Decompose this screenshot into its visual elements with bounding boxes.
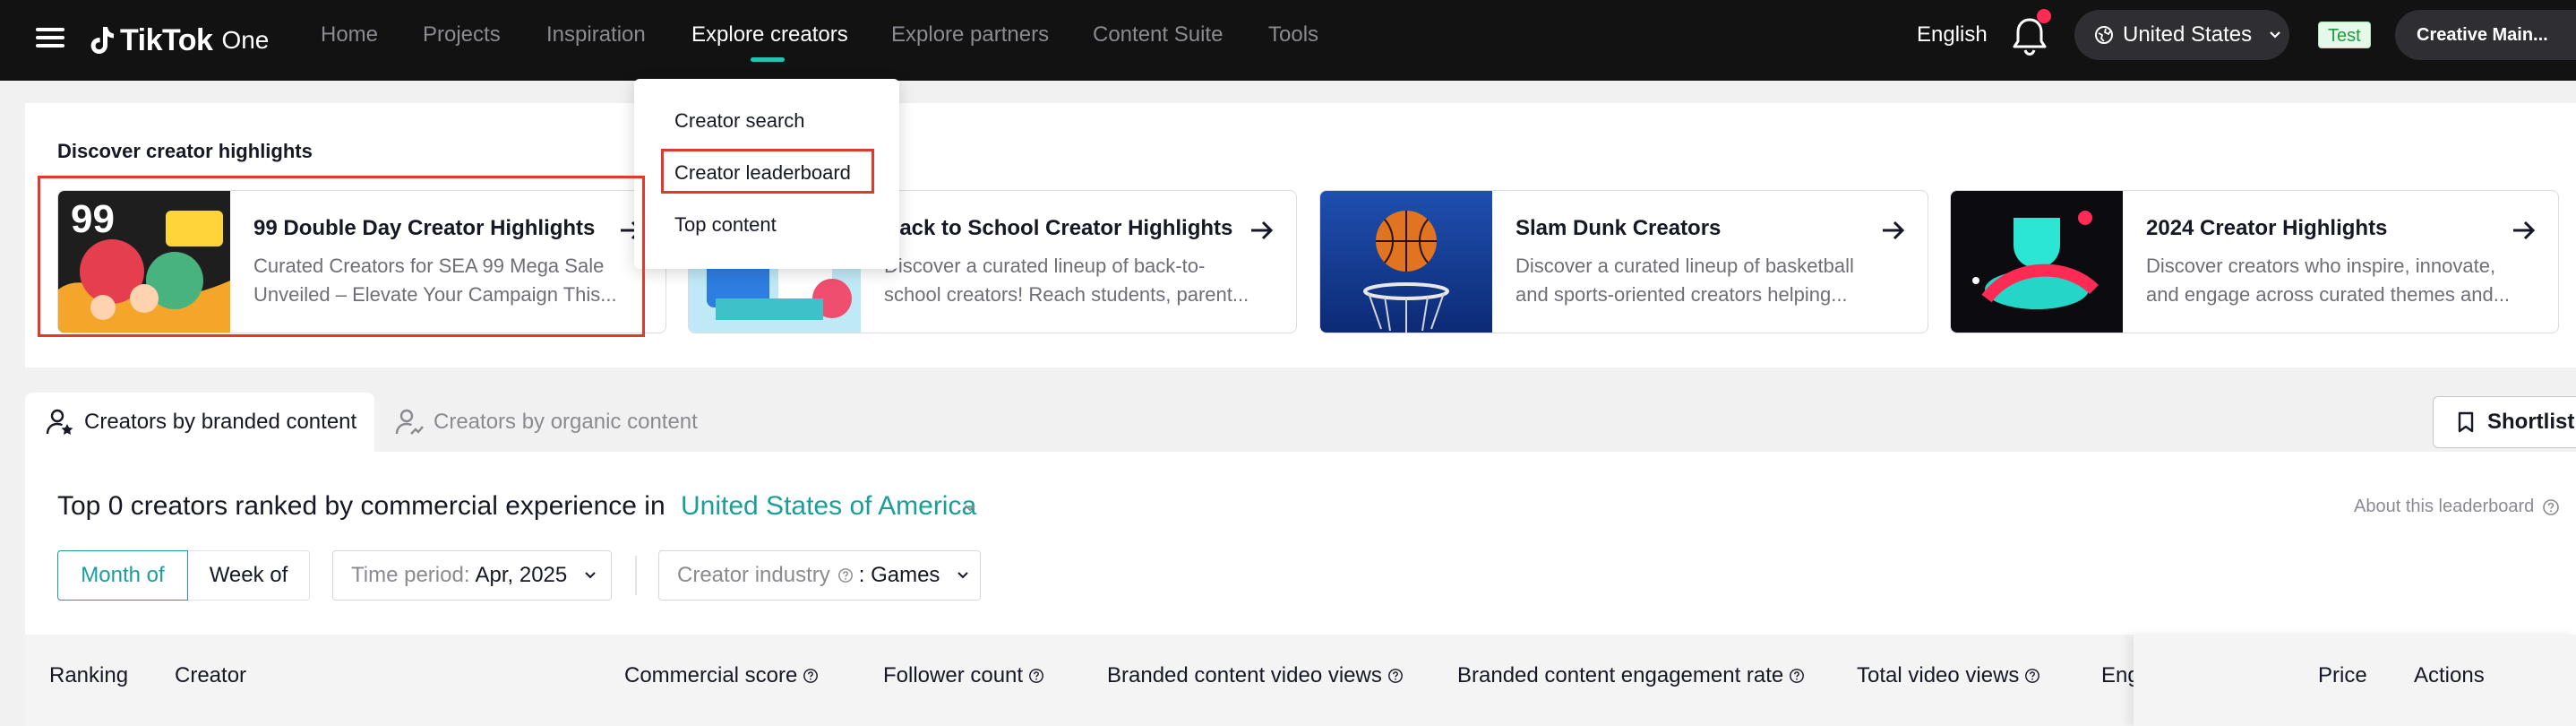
month-of-toggle[interactable]: Month of xyxy=(57,550,188,601)
col-follower-count-label: Follower count xyxy=(883,663,1024,687)
industry-value: : Games xyxy=(858,563,940,587)
country-selector[interactable]: United States of America xyxy=(681,491,976,522)
nav-inspiration[interactable]: Inspiration xyxy=(546,22,646,48)
menu-icon[interactable] xyxy=(36,23,64,56)
user-trend-icon xyxy=(395,409,424,435)
highlight-card-title: 2024 Creator Highlights xyxy=(2146,216,2388,240)
col-commercial-score-label: Commercial score xyxy=(624,663,798,687)
time-period-filter[interactable]: Time period: Apr, 2025 xyxy=(332,550,612,601)
help-icon xyxy=(803,669,819,683)
highlight-card-title: 99 Double Day Creator Highlights xyxy=(253,216,596,240)
help-icon xyxy=(2025,669,2040,683)
week-of-toggle[interactable]: Week of xyxy=(188,550,310,601)
highlight-card-description: Discover a curated lineup of back-to-sch… xyxy=(884,255,1249,306)
col-commercial-score[interactable]: Commercial score xyxy=(624,663,819,688)
tiktok-logo-icon xyxy=(90,27,114,54)
user-star-icon xyxy=(46,409,73,435)
arrow-right-icon xyxy=(2513,220,2536,240)
highlight-thumbnail xyxy=(1951,191,2123,333)
col-follower-count[interactable]: Follower count xyxy=(883,663,1044,688)
col-creator-label: Creator xyxy=(175,663,247,687)
col-ranking-label: Ranking xyxy=(49,663,129,687)
region-selector[interactable]: United States xyxy=(2074,10,2289,60)
notification-badge xyxy=(2037,9,2051,23)
highlight-card-title: Slam Dunk Creators xyxy=(1516,216,1722,240)
col-total-video-views-label: Total video views xyxy=(1857,663,2020,687)
col-branded-engagement-rate-label: Branded content engagement rate xyxy=(1457,663,1784,687)
shortlist-button[interactable]: Shortlist xyxy=(2433,396,2576,448)
arrow-right-icon xyxy=(1883,220,1905,240)
arrow-right-icon xyxy=(1251,220,1274,240)
explore-creators-dropdown: Creator search Creator leaderboard Top c… xyxy=(634,79,899,269)
globe-icon xyxy=(2095,26,2113,44)
highlight-thumbnail xyxy=(1320,191,1492,333)
col-branded-video-views-label: Branded content video views xyxy=(1107,663,1382,687)
nav-projects[interactable]: Projects xyxy=(423,22,501,48)
industry-label: Creator industry xyxy=(677,563,830,587)
nav-tools[interactable]: Tools xyxy=(1268,22,1318,48)
help-icon xyxy=(1029,669,1043,683)
help-icon xyxy=(1387,669,1403,683)
nav-home[interactable]: Home xyxy=(321,22,378,48)
menu-item-creator-leaderboard[interactable]: Creator leaderboard xyxy=(674,161,851,185)
tab-branded-label: Creators by branded content xyxy=(84,410,357,434)
brand-name: TikTok xyxy=(120,22,213,57)
col-branded-engagement-rate[interactable]: Branded content engagement rate xyxy=(1457,663,1805,688)
chevron-down-icon xyxy=(2270,31,2280,39)
highlight-card-description: Discover a curated lineup of basketball … xyxy=(1516,255,1854,306)
chevron-down-icon[interactable] xyxy=(962,500,978,516)
col-branded-video-views[interactable]: Branded content video views xyxy=(1107,663,1404,688)
chevron-down-icon xyxy=(585,572,596,579)
about-leaderboard-link[interactable]: About this leaderboard xyxy=(2354,497,2534,517)
highlight-card-title: Back to School Creator Highlights xyxy=(884,216,1233,240)
account-switcher[interactable]: Creative Main... xyxy=(2395,10,2576,60)
highlight-card-2024[interactable]: 2024 Creator Highlights Discover creator… xyxy=(1950,190,2559,333)
chevron-down-icon xyxy=(957,572,969,579)
highlight-card-slam-dunk[interactable]: Slam Dunk Creators Discover a curated li… xyxy=(1319,190,1928,333)
nav-explore-partners[interactable]: Explore partners xyxy=(891,22,1049,48)
brand-sub: One xyxy=(221,26,270,54)
highlight-card-description: Curated Creators for SEA 99 Mega Sale Un… xyxy=(253,255,617,306)
col-ranking: Ranking xyxy=(49,663,128,688)
nav-explore-creators[interactable]: Explore creators xyxy=(691,22,848,48)
help-icon xyxy=(1790,669,1805,683)
top-navigation: TikTok One Home Projects Inspiration Exp… xyxy=(0,0,2576,81)
highlight-thumbnail: 99 xyxy=(58,191,230,333)
time-period-value: Apr, 2025 xyxy=(475,563,568,587)
col-price: Price xyxy=(2318,663,2367,688)
svg-text:99: 99 xyxy=(71,197,115,241)
tab-organic-content[interactable]: Creators by organic content xyxy=(394,393,698,452)
help-icon[interactable] xyxy=(2542,498,2560,516)
shortlist-label: Shortlist xyxy=(2487,410,2575,434)
creator-industry-filter[interactable]: Creator industry : Games xyxy=(658,550,981,601)
leaderboard-title: Top 0 creators ranked by commercial expe… xyxy=(57,491,665,521)
bookmark-icon xyxy=(2458,411,2474,433)
language-selector[interactable]: English xyxy=(1917,22,1988,48)
menu-item-creator-search[interactable]: Creator search xyxy=(674,109,805,133)
col-creator: Creator xyxy=(175,663,246,688)
tab-organic-label: Creators by organic content xyxy=(434,410,698,434)
account-name: Creative Main... xyxy=(2417,24,2548,45)
highlights-title: Discover creator highlights xyxy=(57,140,313,162)
help-icon xyxy=(837,568,853,583)
nav-content-suite[interactable]: Content Suite xyxy=(1093,22,1223,48)
col-price-label: Price xyxy=(2318,663,2367,687)
filter-divider xyxy=(635,556,637,595)
menu-item-top-content[interactable]: Top content xyxy=(674,213,777,237)
tiktok-one-logo[interactable]: TikTok One xyxy=(90,18,269,63)
col-actions-label: Actions xyxy=(2414,663,2485,687)
highlight-card-description: Discover creators who inspire, innovate,… xyxy=(2146,255,2511,306)
highlight-card-99-double-day[interactable]: 99 99 Double Day Creator Highlights Cura… xyxy=(57,190,666,333)
tab-branded-content[interactable]: Creators by branded content xyxy=(25,393,374,452)
col-total-video-views[interactable]: Total video views xyxy=(1857,663,2040,688)
test-badge: Test xyxy=(2318,22,2371,48)
region-label: United States xyxy=(2123,22,2253,47)
active-nav-indicator xyxy=(751,57,785,62)
col-actions: Actions xyxy=(2414,663,2485,688)
time-period-label: Time period: xyxy=(351,563,470,587)
